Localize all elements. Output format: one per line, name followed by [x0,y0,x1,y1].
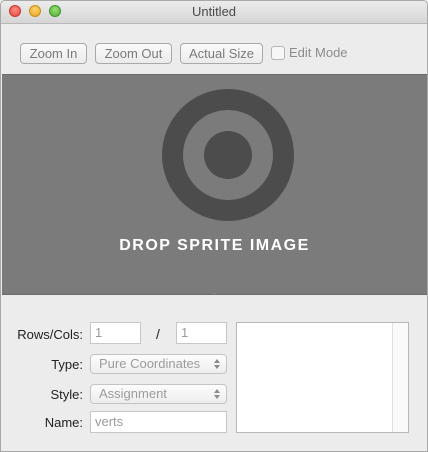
toolbar: Zoom In Zoom Out Actual Size Edit Mode [1,24,427,74]
sprite-drop-area[interactable]: DROP SPRITE IMAGE [2,74,427,295]
cols-field[interactable]: 1 [176,322,227,344]
rows-cols-label: Rows/Cols: [17,327,83,342]
up-down-arrows-icon [214,389,220,399]
type-select-value: Pure Coordinates [99,356,201,371]
app-window: Untitled Zoom In Zoom Out Actual Size Ed… [0,0,428,452]
type-label: Type: [51,357,83,372]
output-list[interactable] [236,322,409,433]
edit-mode-label[interactable]: Edit Mode [289,45,348,60]
up-down-arrows-icon [214,359,220,369]
output-list-scrollbar[interactable] [392,323,408,432]
style-label: Style: [50,387,83,402]
rows-cols-separator: / [156,326,160,342]
style-select[interactable]: Assignment [90,384,227,404]
actual-size-button[interactable]: Actual Size [180,43,263,64]
rows-field[interactable]: 1 [90,322,141,344]
target-icon [162,89,294,221]
name-label: Name: [44,415,83,430]
window-title: Untitled [191,4,237,19]
splitter-handle-icon[interactable]: ⌃ [209,293,219,301]
zoom-out-button[interactable]: Zoom Out [95,43,172,64]
edit-mode-checkbox[interactable] [271,46,285,60]
drop-sprite-label: DROP SPRITE IMAGE [119,237,310,254]
title-bar: Untitled [1,1,427,24]
type-select[interactable]: Pure Coordinates [90,354,227,374]
zoom-in-button[interactable]: Zoom In [20,43,87,64]
name-field[interactable]: verts [90,411,227,433]
style-select-value: Assignment [99,386,167,401]
